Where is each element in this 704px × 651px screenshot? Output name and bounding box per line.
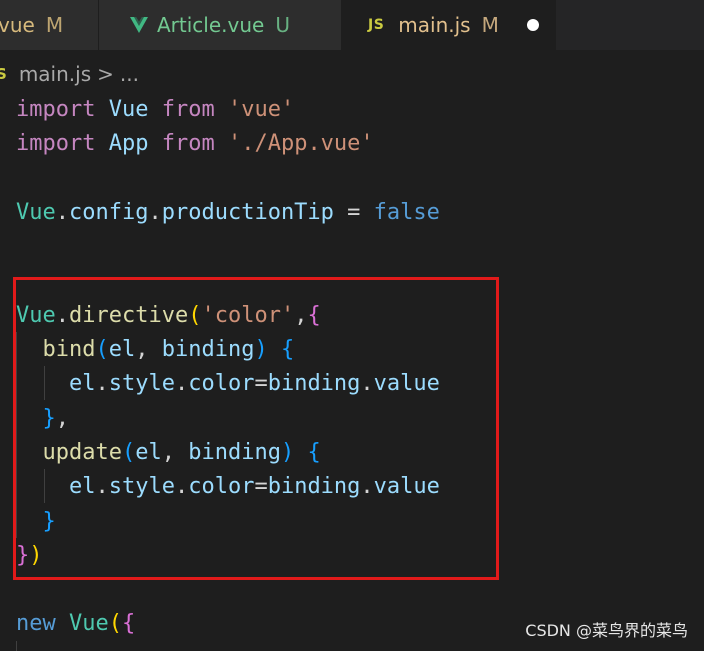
code-line-1: import Vue from 'vue' [16, 97, 295, 122]
js-file-icon: S [0, 65, 7, 83]
tab-label: vue [0, 13, 35, 37]
tab-git-status: M [45, 13, 64, 37]
code-line-14: }) [16, 542, 43, 568]
tab-vue-file[interactable]: vue M [0, 0, 99, 50]
vue-file-icon [130, 17, 148, 33]
tab-article-vue[interactable]: Article.vue U [99, 0, 342, 50]
code-line-12: el.style.color=binding.value [68, 474, 440, 500]
breadcrumb-more[interactable]: ... [120, 62, 139, 86]
code-line-9: el.style.color=binding.value [68, 371, 440, 397]
tab-label: Article.vue [157, 13, 265, 37]
code-line-4: Vue.config.productionTip = false [16, 199, 440, 225]
tab-label: main.js [398, 13, 471, 37]
code-line-7: Vue.directive('color',{ [16, 302, 321, 328]
tab-git-status: U [275, 13, 290, 37]
code-line-11: update(el, binding) { [42, 439, 321, 465]
indent-guide [16, 641, 17, 651]
code-line-10: }, [42, 405, 70, 431]
unsaved-dot-icon[interactable] [526, 19, 539, 31]
tab-bar-empty [556, 0, 704, 50]
editor-tab-bar: vue M Article.vue U JS main.js M [0, 0, 704, 50]
watermark: CSDN @菜鸟界的菜鸟 [525, 621, 688, 640]
breadcrumb-file[interactable]: main.js [19, 62, 91, 86]
breadcrumb: S main.js > ... [0, 58, 704, 90]
js-file-icon: JS [368, 17, 385, 33]
code-editor[interactable]: import Vue from 'vue' import App from '.… [16, 93, 704, 642]
chevron-right-icon: > [97, 62, 114, 86]
code-line-8: bind(el, binding) { [42, 337, 295, 363]
code-line-2: import App from './App.vue' [16, 131, 374, 157]
code-line-13: } [42, 508, 56, 534]
tab-main-js[interactable]: JS main.js M [342, 0, 556, 50]
tab-git-status: M [481, 13, 499, 37]
